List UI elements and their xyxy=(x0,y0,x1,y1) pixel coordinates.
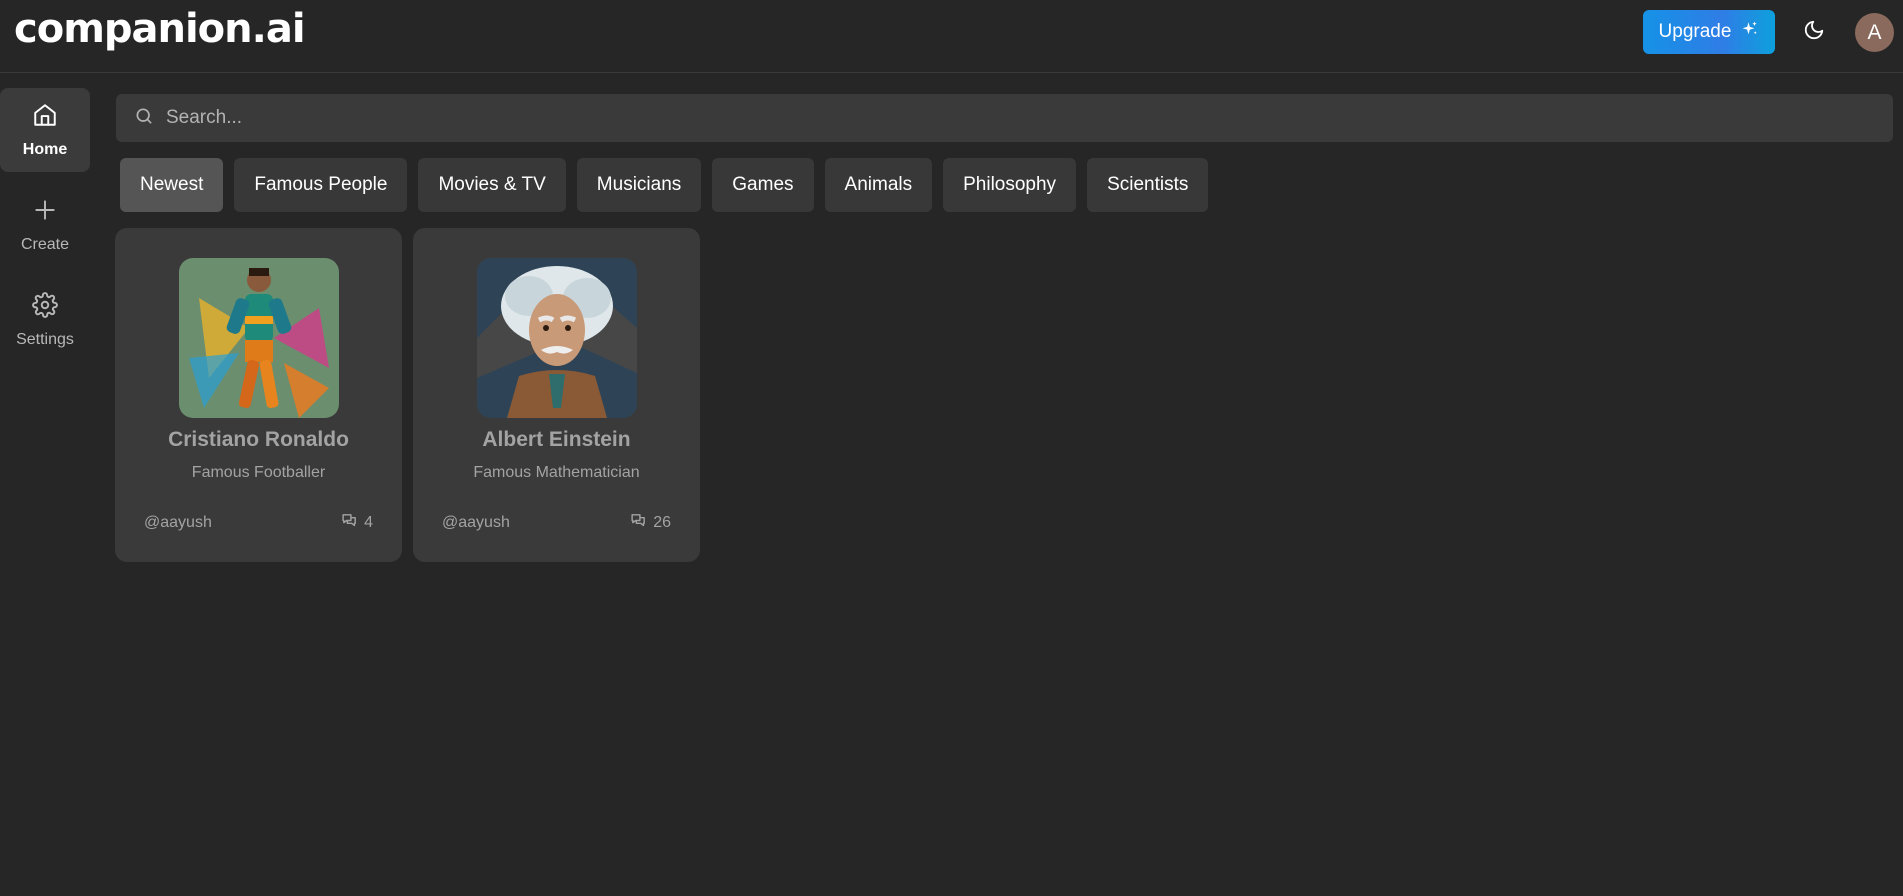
sidebar-item-settings[interactable]: Settings xyxy=(0,278,90,362)
category-animals[interactable]: Animals xyxy=(824,158,933,212)
companion-name: Albert Einstein xyxy=(482,428,631,451)
messages-icon xyxy=(341,512,358,534)
theme-toggle-button[interactable] xyxy=(1796,14,1832,50)
sidebar-item-create[interactable]: Create xyxy=(0,183,90,267)
app-logo[interactable]: companion.ai xyxy=(14,6,306,52)
companion-name: Cristiano Ronaldo xyxy=(168,428,349,451)
companion-author: @aayush xyxy=(144,514,212,531)
sidebar-item-label: Create xyxy=(20,235,70,253)
companion-card[interactable]: Albert Einstein Famous Mathematician @aa… xyxy=(413,228,700,562)
companion-footer: @aayush 4 xyxy=(144,512,373,534)
category-movies-tv[interactable]: Movies & TV xyxy=(418,158,566,212)
companion-footer: @aayush 26 xyxy=(442,512,671,534)
upgrade-label: Upgrade xyxy=(1658,21,1732,42)
companion-avatar-image xyxy=(179,258,339,418)
companion-grid: Cristiano Ronaldo Famous Footballer @aay… xyxy=(115,228,700,562)
category-scientists[interactable]: Scientists xyxy=(1087,158,1209,212)
category-newest[interactable]: Newest xyxy=(120,158,224,212)
companion-avatar-image xyxy=(477,258,637,418)
category-games[interactable]: Games xyxy=(712,158,814,212)
companion-description: Famous Mathematician xyxy=(473,464,640,481)
search-input[interactable] xyxy=(166,107,1866,129)
sidebar: Home Create Settings xyxy=(0,88,90,373)
category-famous-people[interactable]: Famous People xyxy=(234,158,408,212)
search-bar xyxy=(116,94,1893,142)
messages-icon xyxy=(630,512,647,534)
companion-description: Famous Footballer xyxy=(191,464,326,481)
home-icon xyxy=(32,102,58,133)
message-count-value: 26 xyxy=(653,514,671,531)
moon-icon xyxy=(1803,19,1825,46)
sidebar-item-home[interactable]: Home xyxy=(0,88,90,172)
sparkles-icon xyxy=(1741,20,1759,44)
top-bar: companion.ai Upgrade A xyxy=(0,0,1903,73)
sidebar-item-label: Settings xyxy=(16,330,74,348)
message-count: 4 xyxy=(341,512,373,534)
sidebar-item-label: Home xyxy=(22,140,68,158)
gear-icon xyxy=(32,291,58,323)
category-filters: Newest Famous People Movies & TV Musicia… xyxy=(120,158,1209,212)
message-count-value: 4 xyxy=(364,514,373,531)
user-avatar[interactable]: A xyxy=(1855,13,1894,52)
message-count: 26 xyxy=(630,512,671,534)
companion-card[interactable]: Cristiano Ronaldo Famous Footballer @aay… xyxy=(115,228,402,562)
category-philosophy[interactable]: Philosophy xyxy=(943,158,1077,212)
category-musicians[interactable]: Musicians xyxy=(576,158,702,212)
upgrade-button[interactable]: Upgrade xyxy=(1643,10,1775,54)
companion-author: @aayush xyxy=(442,514,510,531)
plus-icon xyxy=(32,197,58,228)
search-icon xyxy=(134,106,154,131)
